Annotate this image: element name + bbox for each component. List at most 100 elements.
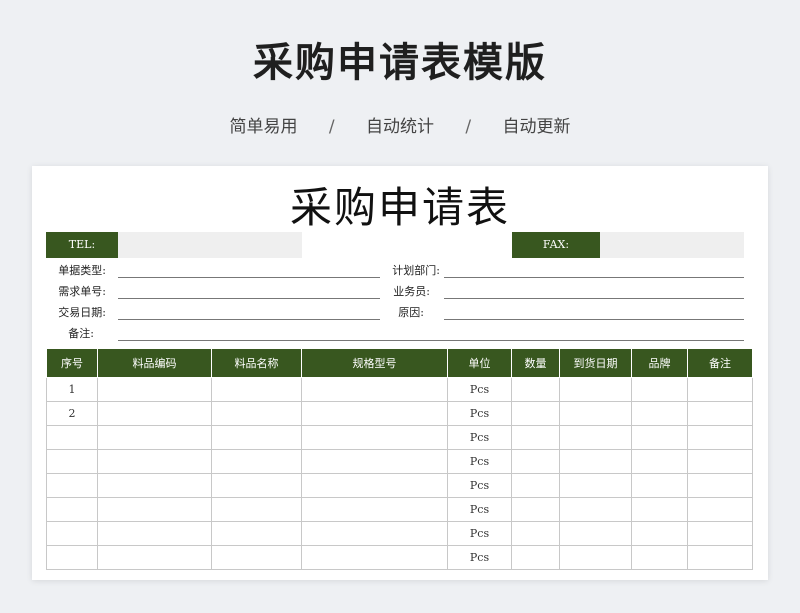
cell-qty[interactable] xyxy=(511,377,560,402)
plan-dept-field[interactable] xyxy=(444,277,744,278)
cell-item-code[interactable] xyxy=(97,497,212,522)
cell-no[interactable] xyxy=(46,497,98,522)
cell-unit[interactable]: Pcs xyxy=(447,401,512,426)
tel-label: TEL: xyxy=(46,232,118,258)
plan-dept-label: 计划部门: xyxy=(392,264,440,277)
cell-no[interactable] xyxy=(46,449,98,474)
cell-qty[interactable] xyxy=(511,497,560,522)
cell-brand[interactable] xyxy=(631,425,688,450)
doc-type-label: 单据类型: xyxy=(58,264,106,277)
cell-arrival-date[interactable] xyxy=(559,425,632,450)
cell-brand[interactable] xyxy=(631,497,688,522)
cell-unit[interactable]: Pcs xyxy=(447,449,512,474)
cell-unit[interactable]: Pcs xyxy=(447,497,512,522)
cell-remark[interactable] xyxy=(687,473,753,498)
cell-remark[interactable] xyxy=(687,401,753,426)
cell-unit[interactable]: Pcs xyxy=(447,377,512,402)
cell-no[interactable] xyxy=(46,521,98,546)
cell-item-name[interactable] xyxy=(211,401,302,426)
cell-remark[interactable] xyxy=(687,545,753,570)
cell-qty[interactable] xyxy=(511,545,560,570)
cell-item-name[interactable] xyxy=(211,425,302,450)
cell-item-name[interactable] xyxy=(211,545,302,570)
tagline-auto-stats: 自动统计 xyxy=(366,117,434,137)
cell-qty[interactable] xyxy=(511,425,560,450)
reason-label: 原因: xyxy=(398,306,424,319)
cell-item-code[interactable] xyxy=(97,401,212,426)
cell-brand[interactable] xyxy=(631,401,688,426)
fax-input[interactable] xyxy=(600,232,744,258)
cell-no[interactable]: 1 xyxy=(46,377,98,402)
cell-brand[interactable] xyxy=(631,449,688,474)
cell-qty[interactable] xyxy=(511,401,560,426)
cell-unit[interactable]: Pcs xyxy=(447,521,512,546)
cell-item-name[interactable] xyxy=(211,521,302,546)
cell-arrival-date[interactable] xyxy=(559,377,632,402)
cell-remark[interactable] xyxy=(687,521,753,546)
table-row: Pcs xyxy=(46,545,753,570)
cell-brand[interactable] xyxy=(631,545,688,570)
cell-item-code[interactable] xyxy=(97,377,212,402)
cell-unit[interactable]: Pcs xyxy=(447,473,512,498)
col-header-item-code: 料品编码 xyxy=(97,348,212,378)
cell-item-name[interactable] xyxy=(211,377,302,402)
cell-arrival-date[interactable] xyxy=(559,401,632,426)
reason-field[interactable] xyxy=(444,319,744,320)
cell-item-name[interactable] xyxy=(211,449,302,474)
doc-type-field[interactable] xyxy=(118,277,380,278)
cell-brand[interactable] xyxy=(631,473,688,498)
cell-unit[interactable]: Pcs xyxy=(447,425,512,450)
cell-spec[interactable] xyxy=(301,521,448,546)
cell-brand[interactable] xyxy=(631,521,688,546)
cell-no[interactable]: 2 xyxy=(46,401,98,426)
cell-no[interactable] xyxy=(46,425,98,450)
cell-arrival-date[interactable] xyxy=(559,521,632,546)
cell-brand[interactable] xyxy=(631,377,688,402)
cell-remark[interactable] xyxy=(687,497,753,522)
tagline-separator: / xyxy=(465,117,472,137)
cell-remark[interactable] xyxy=(687,377,753,402)
cell-qty[interactable] xyxy=(511,449,560,474)
req-no-label: 需求单号: xyxy=(58,285,106,298)
cell-item-code[interactable] xyxy=(97,473,212,498)
cell-spec[interactable] xyxy=(301,497,448,522)
sheet-title: 采购申请表 xyxy=(289,183,510,232)
cell-arrival-date[interactable] xyxy=(559,545,632,570)
cell-item-code[interactable] xyxy=(97,521,212,546)
cell-qty[interactable] xyxy=(511,473,560,498)
col-header-arrival-date: 到货日期 xyxy=(559,348,632,378)
tagline-separator: / xyxy=(328,117,335,137)
col-header-unit: 单位 xyxy=(447,348,512,378)
table-row: 2 Pcs xyxy=(46,401,753,426)
trade-date-field[interactable] xyxy=(118,319,380,320)
cell-item-name[interactable] xyxy=(211,473,302,498)
cell-item-code[interactable] xyxy=(97,425,212,450)
cell-spec[interactable] xyxy=(301,425,448,450)
cell-spec[interactable] xyxy=(301,473,448,498)
cell-arrival-date[interactable] xyxy=(559,473,632,498)
cell-spec[interactable] xyxy=(301,545,448,570)
cell-item-name[interactable] xyxy=(211,497,302,522)
tel-input[interactable] xyxy=(118,232,302,258)
cell-item-code[interactable] xyxy=(97,545,212,570)
cell-remark[interactable] xyxy=(687,449,753,474)
cell-spec[interactable] xyxy=(301,377,448,402)
salesperson-field[interactable] xyxy=(444,298,744,299)
cell-arrival-date[interactable] xyxy=(559,449,632,474)
cell-qty[interactable] xyxy=(511,521,560,546)
cell-remark[interactable] xyxy=(687,425,753,450)
cell-spec[interactable] xyxy=(301,401,448,426)
remark-label: 备注: xyxy=(68,327,94,340)
cell-no[interactable] xyxy=(46,545,98,570)
col-header-no: 序号 xyxy=(46,348,98,378)
cell-unit[interactable]: Pcs xyxy=(447,545,512,570)
cell-no[interactable] xyxy=(46,473,98,498)
remark-field[interactable] xyxy=(118,340,744,341)
salesperson-label: 业务员: xyxy=(393,285,430,298)
req-no-field[interactable] xyxy=(118,298,380,299)
items-table: 序号 料品编码 料品名称 规格型号 单位 数量 到货日期 品牌 备注 1 Pcs 2… xyxy=(46,348,753,570)
col-header-qty: 数量 xyxy=(511,348,560,378)
cell-item-code[interactable] xyxy=(97,449,212,474)
cell-arrival-date[interactable] xyxy=(559,497,632,522)
cell-spec[interactable] xyxy=(301,449,448,474)
